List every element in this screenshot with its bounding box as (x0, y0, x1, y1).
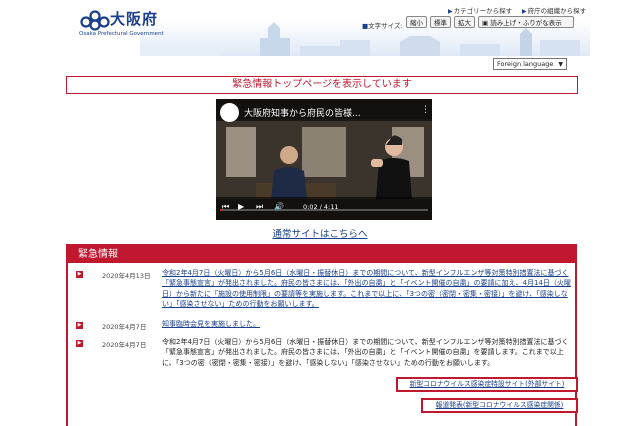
video-player[interactable]: 大阪府知事から府民の皆様... ⋮ ⏮ ▶ ⏭ 🔊 0:02 / 4:11 (216, 99, 432, 220)
foreign-language-select[interactable]: Foreign language ▼ (493, 58, 567, 70)
bullet-arrow-icon: ▶ (76, 340, 83, 347)
skip-back-icon[interactable]: ⏮ (222, 202, 229, 212)
bullet-arrow-icon: ▶ (76, 322, 83, 329)
more-options-icon[interactable]: ⋮ (421, 105, 430, 115)
emergency-heading: 緊急情報 (68, 246, 575, 263)
arrow-icon: ▶ (522, 8, 527, 15)
normal-site-link[interactable]: 通常サイトはこちらへ (0, 226, 640, 240)
speaker-icon: ▣ (482, 19, 489, 27)
emergency-item-text: 令和2年4月7日（火曜日）から5月6日（水曜日・振替休日）までの期間について、新… (162, 338, 569, 367)
font-shrink-button[interactable]: 縮小 (406, 16, 427, 28)
press-release-link[interactable]: 報道発表(新型コロナウイルス感染症関係) (421, 398, 578, 413)
bullet-arrow-icon: ▶ (76, 271, 83, 278)
channel-avatar-icon[interactable] (220, 103, 239, 122)
osaka-logo-icon (80, 10, 110, 31)
volume-icon[interactable]: 🔊 (274, 202, 284, 211)
emergency-top-banner: 緊急情報トップページを表示しています (66, 76, 578, 94)
arrow-icon: ▶ (448, 8, 453, 15)
font-size-label: ■文字サイズ: (362, 22, 403, 30)
emergency-item-link[interactable]: 知事臨時会見を実施しました。 (162, 319, 572, 329)
category-search-link[interactable]: ▶カテゴリーから探す (448, 5, 512, 15)
video-time: 0:02 / 4:11 (303, 203, 339, 211)
item-date: 2020年4月7日 (102, 341, 147, 349)
special-site-link[interactable]: 新型コロナウイルス感染症特設サイト(外部サイト) (396, 377, 578, 392)
emergency-item-link[interactable]: 令和2年4月7日（火曜日）から5月6日（水曜日・振替休日）までの期間について、新… (162, 268, 572, 310)
item-date: 2020年4月7日 (102, 323, 147, 331)
font-standard-button[interactable]: 標準 (430, 16, 451, 28)
logo-text[interactable]: 大阪府 (110, 8, 158, 29)
item-date: 2020年4月13日 (102, 272, 151, 280)
foreign-language-label: Foreign language (497, 60, 554, 68)
category-search-label[interactable]: カテゴリーから探す (454, 7, 513, 15)
font-size-text: 文字サイズ (368, 22, 401, 30)
play-icon[interactable]: ▶ (238, 202, 244, 211)
read-aloud-label: 読み上げ・ふりがな表示 (490, 19, 562, 27)
logo-subtitle: Osaka Prefectural Government (79, 31, 164, 37)
chevron-down-icon: ▼ (558, 61, 563, 68)
site-header: 大阪府 Osaka Prefectural Government ▶カテゴリーか… (0, 0, 640, 56)
organization-search-link[interactable]: ▶府庁の組織から探す (522, 5, 586, 15)
organization-search-label[interactable]: 府庁の組織から探す (528, 7, 587, 15)
read-aloud-button[interactable]: ▣ 読み上げ・ふりがな表示 (478, 16, 574, 28)
font-enlarge-button[interactable]: 拡大 (454, 16, 475, 28)
skip-forward-icon[interactable]: ⏭ (256, 202, 263, 212)
video-title[interactable]: 大阪府知事から府民の皆様... (244, 106, 361, 119)
emergency-info-box: 緊急情報 ▶ 2020年4月13日 令和2年4月7日（火曜日）から5月6日（水曜… (66, 244, 578, 426)
